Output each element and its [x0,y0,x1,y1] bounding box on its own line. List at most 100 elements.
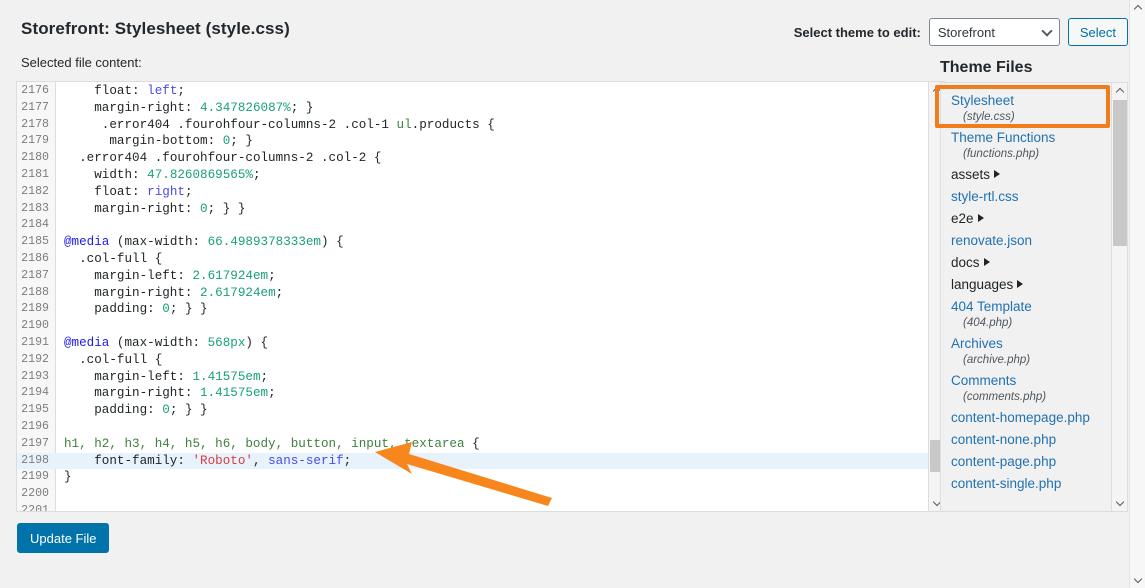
theme-file-name[interactable]: content-single.php [951,475,1061,493]
theme-file-filename: (functions.php) [963,148,1040,160]
theme-file-filename: (404.php) [963,317,1013,329]
code-line[interactable]: 2200 [17,486,928,503]
theme-file-name[interactable]: Comments [951,372,1016,390]
code-line[interactable]: 2197 h1, h2, h3, h4, h5, h6, body, button… [17,436,928,453]
code-line[interactable]: 2194 margin-right: 1.41575em; [17,385,928,402]
theme-file-name[interactable]: 404 Template [951,298,1032,316]
code-line[interactable]: 2182 float: right; [17,184,928,201]
code-line[interactable]: 2186 .col-full { [17,251,928,268]
code-text: margin-right: 0; } } [94,201,246,216]
theme-file-name[interactable]: assets [951,166,990,184]
theme-file-item[interactable]: content-homepage.php [941,407,1111,429]
code-text: margin-left: 2.617924em; [94,268,276,283]
code-lines[interactable]: 2176 float: left; 2177 margin-right: 4.34… [17,83,928,511]
code-line[interactable]: 2190 [17,318,928,335]
code-text: float: left; [94,84,185,98]
theme-file-item[interactable]: content-none.php [941,429,1111,451]
line-number: 2201 [21,503,49,511]
theme-file-name[interactable]: e2e [951,210,974,228]
theme-file-item[interactable]: style-rtl.css [941,186,1111,208]
line-number: 2191 [21,335,49,349]
theme-file-item[interactable]: Comments (comments.php) [941,370,1111,407]
theme-file-name[interactable]: Stylesheet [951,92,1014,110]
code-line[interactable]: 2196 [17,419,928,436]
theme-file-item[interactable]: Theme Functions (functions.php) [941,127,1111,164]
code-line[interactable]: 2177 margin-right: 4.347826087%; } [17,100,928,117]
code-line[interactable]: 2195 padding: 0; } } [17,402,928,419]
code-line[interactable]: 2192 .col-full { [17,352,928,369]
theme-switcher-label: Select theme to edit: [793,24,921,40]
theme-file-item[interactable]: assets [941,164,1111,186]
theme-file-item[interactable]: content-page.php [941,451,1111,473]
files-scroll-down-arrow[interactable] [1112,495,1127,511]
code-text: width: 47.8260869565%; [94,167,261,182]
files-scrollbar-thumb[interactable] [1113,100,1127,246]
line-number: 2186 [21,251,49,265]
theme-file-filename: (comments.php) [963,391,1047,403]
theme-file-item[interactable]: languages [941,274,1111,296]
theme-file-item[interactable]: 404 Template (404.php) [941,296,1111,333]
code-line[interactable]: 2199} [17,469,928,486]
code-line[interactable]: 2181 width: 47.8260869565%; [17,167,928,184]
theme-file-name[interactable]: renovate.json [951,232,1032,250]
code-text: } [64,470,72,485]
theme-file-item[interactable]: Archives (archive.php) [941,333,1111,370]
theme-file-item[interactable]: renovate.json [941,230,1111,252]
theme-files-scrollbar[interactable] [1111,83,1127,511]
theme-file-name[interactable]: content-page.php [951,453,1056,471]
expand-folder-icon[interactable] [994,170,1001,178]
line-number: 2188 [21,285,49,299]
page-title: Storefront: Stylesheet (style.css) [21,19,290,38]
select-theme-button[interactable]: Select [1067,18,1128,46]
code-text: .col-full { [79,352,163,367]
theme-switcher: Select theme to edit: Storefront Select [794,18,1128,46]
code-line[interactable]: 2184 [17,217,928,234]
page-scrollbar[interactable] [1129,0,1145,588]
code-line[interactable]: 2187 margin-left: 2.617924em; [17,268,928,285]
theme-file-name[interactable]: Archives [951,335,1003,353]
theme-file-item[interactable]: docs [941,252,1111,274]
expand-folder-icon[interactable] [977,214,984,222]
expand-folder-icon[interactable] [983,258,990,266]
code-line[interactable]: 2188 margin-right: 2.617924em; [17,285,928,302]
code-text: @media (max-width: 66.4989378333em) { [64,235,344,250]
theme-files-panel: Stylesheet (style.css) Theme Functions (fun… [940,82,1128,512]
line-number: 2182 [21,184,49,198]
code-line[interactable]: 2183 margin-right: 0; } } [17,201,928,218]
code-line[interactable]: 2179 margin-bottom: 0; } [17,133,928,150]
line-number: 2177 [21,100,49,114]
theme-select-dropdown[interactable]: Storefront [928,18,1060,46]
code-line[interactable]: 2185 @media (max-width: 66.4989378333em) … [17,234,928,251]
code-editor[interactable]: 2176 float: left; 2177 margin-right: 4.34… [16,81,945,512]
theme-file-name[interactable]: content-homepage.php [951,409,1090,427]
theme-file-filename: (archive.php) [963,354,1031,366]
files-scroll-up-arrow[interactable] [1112,83,1127,99]
theme-file-item[interactable]: e2e [941,208,1111,230]
code-line[interactable]: 2178 .error404 .fourohfour-columns-2 .co… [17,117,928,134]
theme-files-list[interactable]: Stylesheet (style.css) Theme Functions (fun… [941,83,1111,511]
theme-file-name[interactable]: Theme Functions [951,129,1055,147]
theme-file-name[interactable]: content-none.php [951,431,1056,449]
code-line[interactable]: 2191 @media (max-width: 568px) { [17,335,928,352]
code-text: margin-right: 1.41575em; [94,386,276,401]
code-text: margin-left: 1.41575em; [94,369,269,384]
theme-file-item[interactable]: Stylesheet (style.css) [941,90,1111,127]
code-line[interactable]: 2201 [17,503,928,511]
code-line[interactable]: 2193 margin-left: 1.41575em; [17,369,928,386]
theme-file-name[interactable]: style-rtl.css [951,188,1019,206]
theme-file-name[interactable]: docs [951,254,980,272]
update-file-button[interactable]: Update File [17,523,110,553]
theme-file-name[interactable]: languages [951,276,1013,294]
code-line[interactable]: 2180 .error404 .fourohfour-columns-2 .co… [17,150,928,167]
code-line-active[interactable]: 2198 font-family: 'Roboto', sans-serif; [17,452,928,470]
code-line[interactable]: 2176 float: left; [17,83,928,100]
code-editor-content[interactable]: 2176 float: left; 2177 margin-right: 4.34… [17,82,928,511]
code-text: @media (max-width: 568px) { [64,335,269,350]
line-number: 2181 [21,167,49,181]
expand-folder-icon[interactable] [1017,280,1024,288]
theme-file-item[interactable]: content-single.php [941,473,1111,495]
page-scroll-up-arrow[interactable] [1130,0,1145,16]
line-number: 2192 [21,352,49,366]
code-line[interactable]: 2189 padding: 0; } } [17,301,928,318]
page-scroll-down-arrow[interactable] [1130,572,1145,588]
